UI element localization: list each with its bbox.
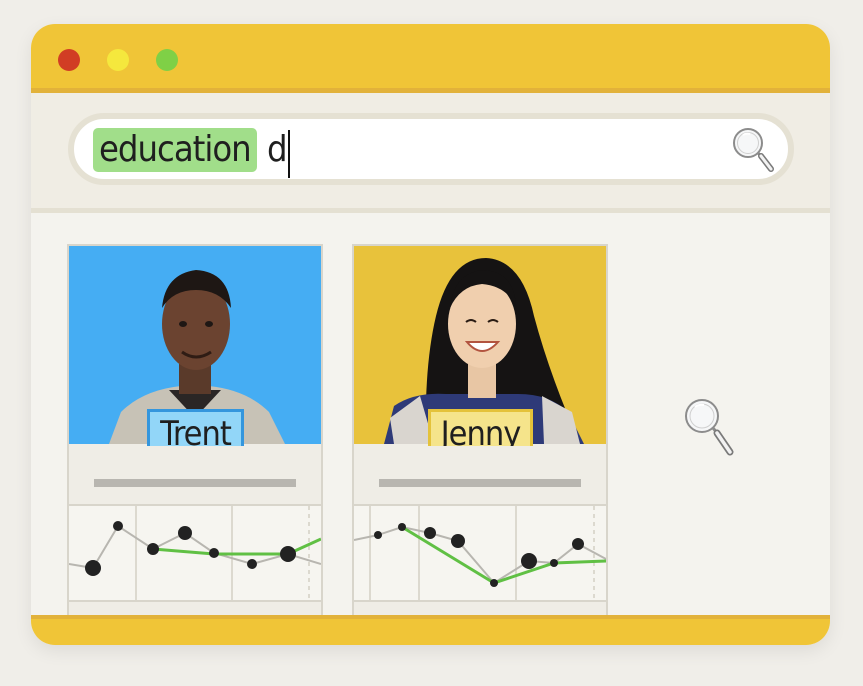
- chart-point: [85, 560, 101, 576]
- info-row: [354, 446, 606, 506]
- chart-point: [147, 543, 159, 555]
- search-input[interactable]: education d: [68, 113, 794, 185]
- minimize-button[interactable]: [107, 49, 129, 71]
- title-bar: [31, 24, 830, 93]
- result-card-trent[interactable]: Trent: [67, 244, 323, 628]
- chart-point: [572, 538, 584, 550]
- chart-point: [209, 548, 219, 558]
- chart-point: [451, 534, 465, 548]
- info-placeholder-line: [379, 479, 581, 487]
- info-row: [69, 446, 321, 506]
- chart-point: [374, 531, 382, 539]
- activity-chart: [69, 506, 321, 600]
- chart-point: [424, 527, 436, 539]
- result-card-jenny[interactable]: Jenny: [352, 244, 608, 628]
- chart-point: [398, 523, 406, 531]
- search-icon[interactable]: [729, 124, 777, 176]
- maximize-button[interactable]: [156, 49, 178, 71]
- chart-point: [113, 521, 123, 531]
- chart-point: [280, 546, 296, 562]
- chart-point: [178, 526, 192, 540]
- search-tag-chip[interactable]: education: [93, 128, 257, 172]
- text-caret: [288, 130, 290, 178]
- chart-point: [490, 579, 498, 587]
- activity-chart: [354, 506, 606, 600]
- chart-point: [247, 559, 257, 569]
- chart-point: [550, 559, 558, 567]
- close-button[interactable]: [58, 49, 80, 71]
- info-placeholder-line: [94, 479, 296, 487]
- app-window: education d Trent Jenny: [31, 24, 830, 645]
- magnifier-icon: [685, 399, 734, 456]
- search-typed-text: d: [267, 129, 288, 170]
- chart-point: [521, 553, 537, 569]
- search-area: education d: [31, 93, 830, 213]
- bottom-bar: [31, 615, 830, 645]
